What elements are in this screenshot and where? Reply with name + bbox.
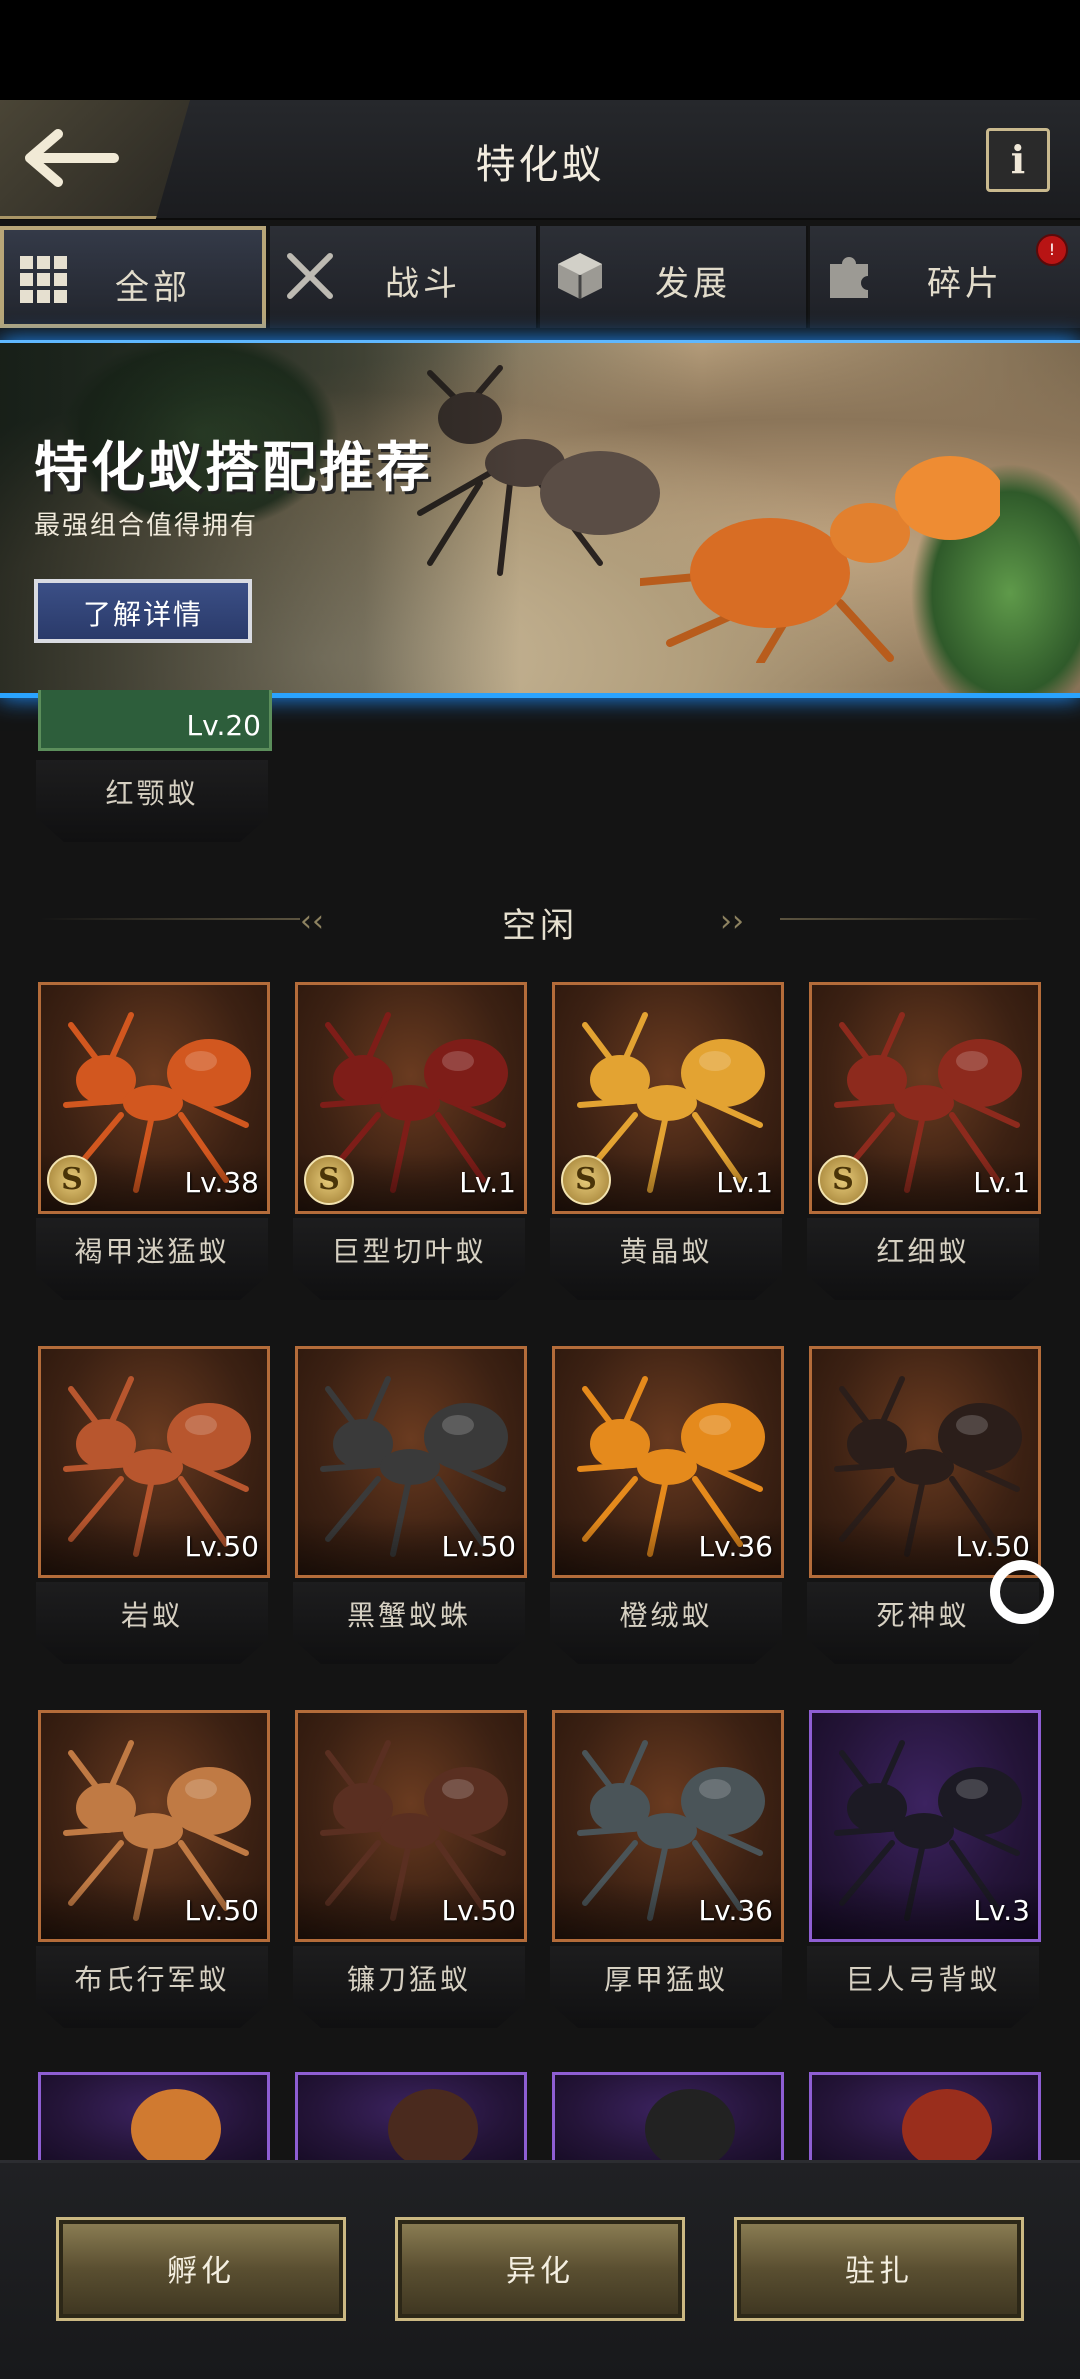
s-rank-badge-icon: S — [304, 1155, 354, 1205]
ant-level: Lv.50 — [184, 1530, 259, 1563]
section-header-idle: ‹‹ 空闲 ›› — [0, 880, 1080, 960]
tab-fragments[interactable]: 碎片 ! — [810, 226, 1080, 328]
tab-develop[interactable]: 发展 — [540, 226, 808, 328]
hatch-button[interactable]: 孵化 — [56, 2217, 346, 2321]
ant-name: 红细蚁 — [807, 1218, 1039, 1300]
ant-name: 黄晶蚁 — [550, 1218, 782, 1300]
ant-level: Lv.1 — [973, 1166, 1030, 1199]
ant-level: Lv.3 — [973, 1894, 1030, 1927]
ant-card[interactable] — [552, 2072, 784, 2166]
ant-level: Lv.50 — [955, 1530, 1030, 1563]
tab-bar: 全部 战斗 发展 碎片 ! — [0, 222, 1080, 334]
section-title: 空闲 — [502, 906, 578, 946]
ant-card[interactable] — [38, 2072, 270, 2166]
ant-level: Lv.20 — [186, 709, 261, 742]
header: 特化蚁 i — [0, 100, 1080, 220]
ant-card[interactable]: S Lv.1 — [552, 982, 784, 1214]
ant-level: Lv.50 — [441, 1894, 516, 1927]
ant-card[interactable]: Lv.3 — [809, 1710, 1041, 1942]
ant-card[interactable]: Lv.50 — [38, 1346, 270, 1578]
banner-orange-ant-image — [640, 456, 1000, 663]
ant-card[interactable]: Lv.50 — [295, 1710, 527, 1942]
page-title: 特化蚁 — [475, 142, 605, 188]
promo-banner[interactable]: 特化蚁搭配推荐 最强组合值得拥有 了解详情 — [0, 340, 1080, 698]
divider — [780, 918, 1040, 920]
deployed-ant-card[interactable]: Lv.20 — [38, 690, 272, 751]
banner-subtitle: 最强组合值得拥有 — [34, 511, 259, 541]
ant-card[interactable]: Lv.50 — [38, 1710, 270, 1942]
ant-image — [388, 2089, 478, 2163]
ant-card[interactable]: Lv.36 — [552, 1710, 784, 1942]
ant-name: 橙绒蚁 — [550, 1582, 782, 1664]
ant-image — [645, 2089, 735, 2163]
ant-name: 褐甲迷猛蚁 — [36, 1218, 268, 1300]
ant-level: Lv.1 — [716, 1166, 773, 1199]
ant-name: 巨型切叶蚁 — [293, 1218, 525, 1300]
ant-name: 镰刀猛蚁 — [293, 1946, 525, 2028]
bottom-action-bar: 孵化 异化 驻扎 — [0, 2160, 1080, 2379]
ant-image — [131, 2089, 221, 2163]
ant-card[interactable]: S Lv.1 — [295, 982, 527, 1214]
banner-title: 特化蚁搭配推荐 — [34, 436, 433, 499]
ant-name: 岩蚁 — [36, 1582, 268, 1664]
ant-name: 黑蟹蚁蛛 — [293, 1582, 525, 1664]
info-button[interactable]: i — [986, 128, 1050, 192]
ant-name: 布氏行军蚁 — [36, 1946, 268, 2028]
ant-image — [902, 2089, 992, 2163]
mutate-button[interactable]: 异化 — [395, 2217, 685, 2321]
ant-name: 巨人弓背蚁 — [807, 1946, 1039, 2028]
s-rank-badge-icon: S — [818, 1155, 868, 1205]
tab-label: 全部 — [115, 268, 191, 308]
tab-label: 发展 — [655, 264, 731, 304]
tab-label: 碎片 — [927, 264, 1003, 304]
deployed-ant-name: 红颚蚁 — [36, 760, 268, 842]
ant-card[interactable]: S Lv.1 — [809, 982, 1041, 1214]
ant-card[interactable]: S Lv.38 — [38, 982, 270, 1214]
ant-name: 厚甲猛蚁 — [550, 1946, 782, 2028]
tab-battle[interactable]: 战斗 — [270, 226, 538, 328]
ant-card[interactable]: Lv.36 — [552, 1346, 784, 1578]
touch-indicator — [990, 1560, 1054, 1624]
tab-all[interactable]: 全部 — [0, 226, 266, 328]
ant-card[interactable] — [809, 2072, 1041, 2166]
ant-level: Lv.1 — [459, 1166, 516, 1199]
ant-card[interactable]: Lv.50 — [809, 1346, 1041, 1578]
s-rank-badge-icon: S — [47, 1155, 97, 1205]
ant-level: Lv.38 — [184, 1166, 259, 1199]
ant-card[interactable]: Lv.50 — [295, 1346, 527, 1578]
arrow-right-ornament-icon: ›› — [720, 904, 744, 939]
tab-label: 战斗 — [385, 264, 461, 304]
partial-ant-row — [0, 2070, 1080, 2166]
ant-card[interactable] — [295, 2072, 527, 2166]
ant-level: Lv.50 — [184, 1894, 259, 1927]
ant-level: Lv.36 — [698, 1530, 773, 1563]
ant-level: Lv.50 — [441, 1530, 516, 1563]
learn-more-button[interactable]: 了解详情 — [34, 579, 252, 643]
notification-badge: ! — [1036, 234, 1068, 266]
status-bar — [0, 0, 1080, 100]
ant-level: Lv.36 — [698, 1894, 773, 1927]
station-button[interactable]: 驻扎 — [734, 2217, 1024, 2321]
s-rank-badge-icon: S — [561, 1155, 611, 1205]
